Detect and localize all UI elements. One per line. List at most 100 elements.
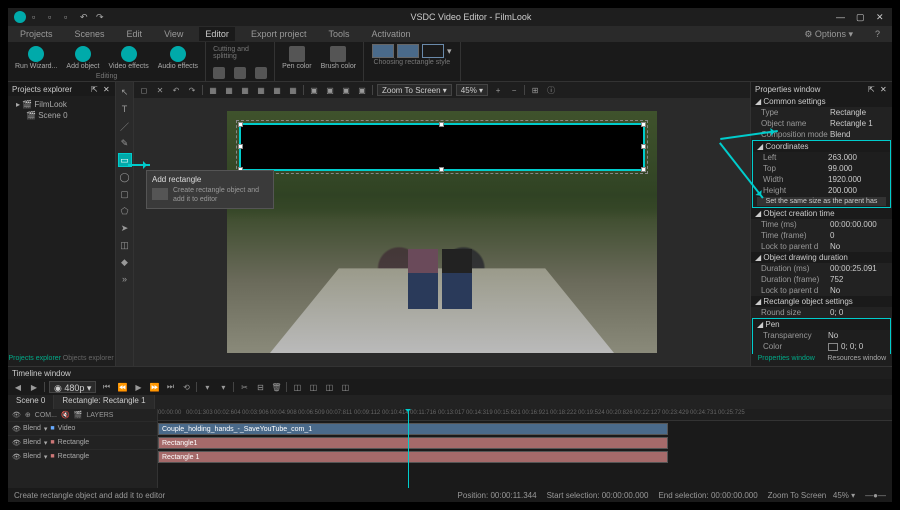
rect-style-solid[interactable] [372, 44, 394, 58]
vt-nav-icon[interactable]: ◻ [138, 84, 150, 96]
vt-align6-icon[interactable]: ▦ [287, 84, 299, 96]
vt-zoomin-icon[interactable]: + [492, 84, 504, 96]
clip-rect1[interactable]: Rectangle1 [158, 437, 668, 449]
sec-rect-settings[interactable]: ◢ Rectangle object settings [751, 296, 892, 307]
panel-pin-icon[interactable]: ⇱ [91, 85, 99, 93]
menu-editor[interactable]: Editor [199, 27, 235, 41]
tool-expand[interactable]: » [118, 272, 132, 286]
prop-durf-value[interactable]: 752 [830, 275, 888, 284]
resize-handle[interactable] [238, 122, 243, 127]
vt-order3-icon[interactable]: ▣ [340, 84, 352, 96]
prop-timef-value[interactable]: 0 [830, 231, 888, 240]
vt-info-icon[interactable]: ⓘ [545, 84, 557, 96]
vt-zoomout-icon[interactable]: − [508, 84, 520, 96]
prop-left-value[interactable]: 263.000 [828, 153, 886, 162]
cut-split-button[interactable]: Cutting and splitting [210, 44, 270, 62]
menu-tools[interactable]: Tools [322, 27, 355, 41]
playhead[interactable] [408, 409, 409, 488]
menu-options[interactable]: ⚙ Options ▾ [798, 27, 859, 42]
maximize-button[interactable]: ▢ [856, 12, 866, 22]
vt-align4-icon[interactable]: ▦ [255, 84, 267, 96]
menu-edit[interactable]: Edit [121, 27, 149, 41]
tl-misc2-icon[interactable]: ◫ [307, 381, 319, 393]
tree-project-node[interactable]: ▸ 🎬 FilmLook [12, 99, 111, 110]
prop-dur-value[interactable]: 00:00:25.091 [830, 264, 888, 273]
track-mute-icon[interactable]: 🔇 [61, 411, 70, 419]
tool-pencil[interactable]: ✎ [118, 136, 132, 150]
prop-round-value[interactable]: 0; 0 [830, 308, 888, 317]
tab-properties-window[interactable]: Properties window [751, 354, 822, 366]
run-wizard-button[interactable]: Run Wizard... [12, 44, 60, 72]
menu-view[interactable]: View [158, 27, 189, 41]
tl-play-icon[interactable]: ▶ [132, 381, 144, 393]
vt-align5-icon[interactable]: ▦ [271, 84, 283, 96]
tool-arrow[interactable]: ➤ [118, 221, 132, 235]
time-ruler[interactable]: 00:00:0000:01:30300:02:60400:03:90600:04… [158, 409, 892, 421]
prop-name-value[interactable]: Rectangle 1 [830, 119, 888, 128]
tool-cursor[interactable]: ↖ [118, 85, 132, 99]
tl-misc3-icon[interactable]: ◫ [323, 381, 335, 393]
tl-next-icon[interactable]: ▶ [28, 381, 40, 393]
rectangle-object[interactable] [239, 123, 645, 171]
tl-loop-icon[interactable]: ⟲ [180, 381, 192, 393]
vt-order4-icon[interactable]: ▣ [356, 84, 368, 96]
track-video[interactable]: 👁Blend▾■Video [8, 421, 157, 435]
vt-order1-icon[interactable]: ▣ [308, 84, 320, 96]
close-button[interactable]: ✕ [876, 12, 886, 22]
sec-pen[interactable]: ◢ Pen [753, 319, 890, 330]
video-canvas[interactable] [227, 111, 657, 353]
prop-comp-value[interactable]: Blend [830, 130, 888, 139]
brush-color-button[interactable]: Brush color [318, 44, 359, 72]
timeline-lanes[interactable]: 00:00:0000:01:30300:02:60400:03:90600:04… [158, 409, 892, 488]
tb-open-icon[interactable]: ▫ [48, 12, 58, 22]
tl-tab-scene[interactable]: Scene 0 [8, 395, 54, 409]
tree-scene-node[interactable]: 🎬 Scene 0 [12, 110, 111, 121]
resize-handle[interactable] [641, 144, 646, 149]
audio-effects-button[interactable]: Audio effects [155, 44, 201, 72]
tool-polygon[interactable]: ⬠ [118, 204, 132, 218]
zoom-pct-dropdown[interactable]: 45% ▾ [456, 84, 488, 96]
prop-transp-value[interactable]: No [828, 331, 886, 340]
tl-misc4-icon[interactable]: ◫ [339, 381, 351, 393]
prop-lock1-value[interactable]: No [830, 242, 888, 251]
tab-objects-explorer[interactable]: Objects explorer [62, 354, 116, 366]
tool-a-button[interactable] [210, 65, 228, 82]
menu-help-icon[interactable]: ? [869, 27, 886, 41]
track-eye-icon[interactable]: 👁 [12, 411, 21, 419]
panel-close-icon[interactable]: ✕ [103, 85, 111, 93]
tl-prev-icon[interactable]: ◀ [12, 381, 24, 393]
vt-undo-icon[interactable]: ↶ [170, 84, 182, 96]
tb-save-icon[interactable]: ▫ [64, 12, 74, 22]
rect-style-solid2[interactable] [397, 44, 419, 58]
pen-color-button[interactable]: Pen color [279, 44, 315, 72]
tl-markin-icon[interactable]: ▾ [201, 381, 213, 393]
clip-rect2[interactable]: Rectangle 1 [158, 451, 668, 463]
tl-res-dropdown[interactable]: ◉ 480p ▾ [49, 381, 96, 393]
panel-close-icon[interactable]: ✕ [880, 85, 888, 93]
tool-b-button[interactable] [231, 65, 249, 82]
resize-handle[interactable] [439, 122, 444, 127]
track-rect-2[interactable]: 👁Blend▾■Rectangle [8, 449, 157, 463]
sec-common[interactable]: ◢ Common settings [751, 96, 892, 107]
tl-first-icon[interactable]: ⏮ [100, 381, 112, 393]
menu-scenes[interactable]: Scenes [69, 27, 111, 41]
tool-chart[interactable]: ◫ [118, 238, 132, 252]
resize-handle[interactable] [238, 144, 243, 149]
tl-del-icon[interactable]: 🗑 [270, 381, 282, 393]
tab-projects-explorer[interactable]: Projects explorer [8, 354, 62, 366]
tool-c-button[interactable] [252, 65, 270, 82]
menu-export[interactable]: Export project [245, 27, 313, 41]
vt-redo-icon[interactable]: ↷ [186, 84, 198, 96]
prop-pencolor-value[interactable]: 0; 0; 0 [828, 342, 886, 351]
tb-undo-icon[interactable]: ↶ [80, 12, 90, 22]
vt-order2-icon[interactable]: ▣ [324, 84, 336, 96]
video-effects-button[interactable]: Video effects [106, 44, 152, 72]
preview-viewport[interactable] [134, 98, 750, 366]
tl-cut-icon[interactable]: ✂ [238, 381, 250, 393]
prop-height-value[interactable]: 200.000 [828, 186, 886, 195]
vt-del-icon[interactable]: ✕ [154, 84, 166, 96]
vt-align2-icon[interactable]: ▦ [223, 84, 235, 96]
vt-align3-icon[interactable]: ▦ [239, 84, 251, 96]
sec-coordinates[interactable]: ◢ Coordinates [753, 141, 890, 152]
add-object-button[interactable]: Add object [63, 44, 102, 72]
